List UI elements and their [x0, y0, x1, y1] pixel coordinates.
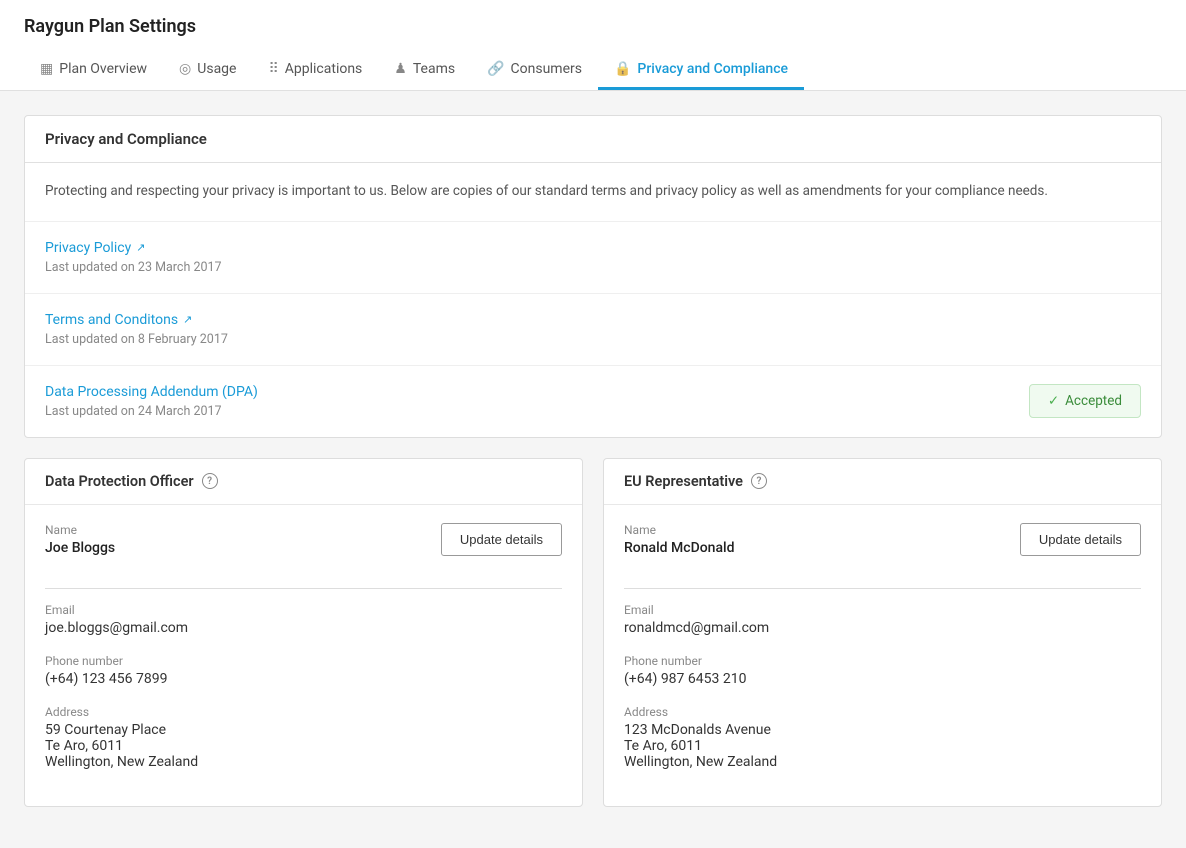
- checkmark-icon: ✓: [1048, 393, 1059, 409]
- eu-rep-phone-field: Phone number (+64) 987 6453 210: [624, 654, 1141, 687]
- nav-tabs: ▦ Plan Overview ◎ Usage ⠿ Applications ♟…: [24, 51, 1162, 90]
- usage-icon: ◎: [179, 61, 191, 77]
- eu-rep-address-field: Address 123 McDonalds Avenue Te Aro, 601…: [624, 705, 1141, 770]
- terms-updated: Last updated on 8 February 2017: [45, 332, 1141, 347]
- dpo-address-line3: Wellington, New Zealand: [45, 754, 562, 770]
- eu-rep-address-line3: Wellington, New Zealand: [624, 754, 1141, 770]
- dpo-email-field: Email joe.bloggs@gmail.com: [45, 603, 562, 636]
- eu-rep-name-field: Name Ronald McDonald: [624, 523, 734, 556]
- dpa-left: Data Processing Addendum (DPA) Last upda…: [45, 384, 258, 419]
- eu-rep-update-button[interactable]: Update details: [1020, 523, 1141, 556]
- dpo-divider: [45, 588, 562, 589]
- eu-rep-address-line2: Te Aro, 6011: [624, 738, 1141, 754]
- eu-rep-name-value: Ronald McDonald: [624, 540, 734, 556]
- privacy-icon: 🔒: [614, 61, 631, 77]
- eu-rep-email-value: ronaldmcd@gmail.com: [624, 620, 1141, 636]
- tab-privacy-compliance[interactable]: 🔒 Privacy and Compliance: [598, 51, 804, 90]
- description-text: Protecting and respecting your privacy i…: [45, 181, 1141, 203]
- applications-icon: ⠿: [268, 61, 278, 77]
- dpo-name-label: Name: [45, 523, 115, 537]
- page-title: Raygun Plan Settings: [24, 16, 1162, 37]
- eu-rep-address-line1: 123 McDonalds Avenue: [624, 722, 1141, 738]
- dpo-phone-field: Phone number (+64) 123 456 7899: [45, 654, 562, 687]
- tab-plan-overview[interactable]: ▦ Plan Overview: [24, 51, 163, 90]
- description-section: Protecting and respecting your privacy i…: [25, 163, 1161, 222]
- dpo-help-icon[interactable]: ?: [202, 473, 218, 489]
- consumers-icon: 🔗: [487, 61, 504, 77]
- eu-rep-card: EU Representative ? Name Ronald McDonald…: [603, 458, 1162, 807]
- tab-applications[interactable]: ⠿ Applications: [252, 51, 378, 90]
- page-content: Privacy and Compliance Protecting and re…: [0, 91, 1186, 831]
- tab-usage[interactable]: ◎ Usage: [163, 51, 252, 90]
- dpa-section: Data Processing Addendum (DPA) Last upda…: [25, 366, 1161, 437]
- teams-icon: ♟: [394, 61, 407, 77]
- accepted-badge: ✓ Accepted: [1029, 384, 1141, 418]
- dpa-updated: Last updated on 24 March 2017: [45, 404, 258, 419]
- dpo-address-label: Address: [45, 705, 562, 719]
- terms-link[interactable]: Terms and Conditons ↗: [45, 312, 192, 328]
- dpa-link[interactable]: Data Processing Addendum (DPA): [45, 384, 258, 400]
- eu-rep-help-icon[interactable]: ?: [751, 473, 767, 489]
- dpo-email-value: joe.bloggs@gmail.com: [45, 620, 562, 636]
- privacy-compliance-header: Privacy and Compliance: [25, 116, 1161, 163]
- dpo-body: Name Joe Bloggs Update details Email joe…: [25, 505, 582, 806]
- external-link-icon-2: ↗: [183, 313, 192, 326]
- dpo-name-field: Name Joe Bloggs: [45, 523, 115, 556]
- terms-section: Terms and Conditons ↗ Last updated on 8 …: [25, 294, 1161, 366]
- eu-rep-phone-value: (+64) 987 6453 210: [624, 671, 1141, 687]
- eu-rep-name-row: Name Ronald McDonald Update details: [624, 523, 1141, 574]
- dpo-name-row: Name Joe Bloggs Update details: [45, 523, 562, 574]
- eu-rep-divider: [624, 588, 1141, 589]
- dpo-address-field: Address 59 Courtenay Place Te Aro, 6011 …: [45, 705, 562, 770]
- plan-overview-icon: ▦: [40, 61, 53, 77]
- eu-rep-name-label: Name: [624, 523, 734, 537]
- dpo-phone-label: Phone number: [45, 654, 562, 668]
- eu-rep-header: EU Representative ?: [604, 459, 1161, 505]
- dpo-email-label: Email: [45, 603, 562, 617]
- two-column-section: Data Protection Officer ? Name Joe Blogg…: [24, 458, 1162, 807]
- external-link-icon: ↗: [136, 241, 145, 254]
- tab-consumers[interactable]: 🔗 Consumers: [471, 51, 598, 90]
- privacy-policy-section: Privacy Policy ↗ Last updated on 23 Marc…: [25, 222, 1161, 294]
- eu-rep-email-label: Email: [624, 603, 1141, 617]
- dpo-update-button[interactable]: Update details: [441, 523, 562, 556]
- dpo-phone-value: (+64) 123 456 7899: [45, 671, 562, 687]
- dpa-row: Data Processing Addendum (DPA) Last upda…: [45, 384, 1141, 419]
- dpo-address-line2: Te Aro, 6011: [45, 738, 562, 754]
- privacy-policy-link[interactable]: Privacy Policy ↗: [45, 240, 145, 256]
- eu-rep-body: Name Ronald McDonald Update details Emai…: [604, 505, 1161, 806]
- privacy-compliance-card: Privacy and Compliance Protecting and re…: [24, 115, 1162, 438]
- eu-rep-phone-label: Phone number: [624, 654, 1141, 668]
- eu-rep-email-field: Email ronaldmcd@gmail.com: [624, 603, 1141, 636]
- privacy-policy-updated: Last updated on 23 March 2017: [45, 260, 1141, 275]
- tab-teams[interactable]: ♟ Teams: [378, 51, 471, 90]
- eu-rep-address-label: Address: [624, 705, 1141, 719]
- dpo-name-value: Joe Bloggs: [45, 540, 115, 556]
- dpo-header: Data Protection Officer ?: [25, 459, 582, 505]
- dpo-address-line1: 59 Courtenay Place: [45, 722, 562, 738]
- page-header: Raygun Plan Settings ▦ Plan Overview ◎ U…: [0, 0, 1186, 91]
- dpo-card: Data Protection Officer ? Name Joe Blogg…: [24, 458, 583, 807]
